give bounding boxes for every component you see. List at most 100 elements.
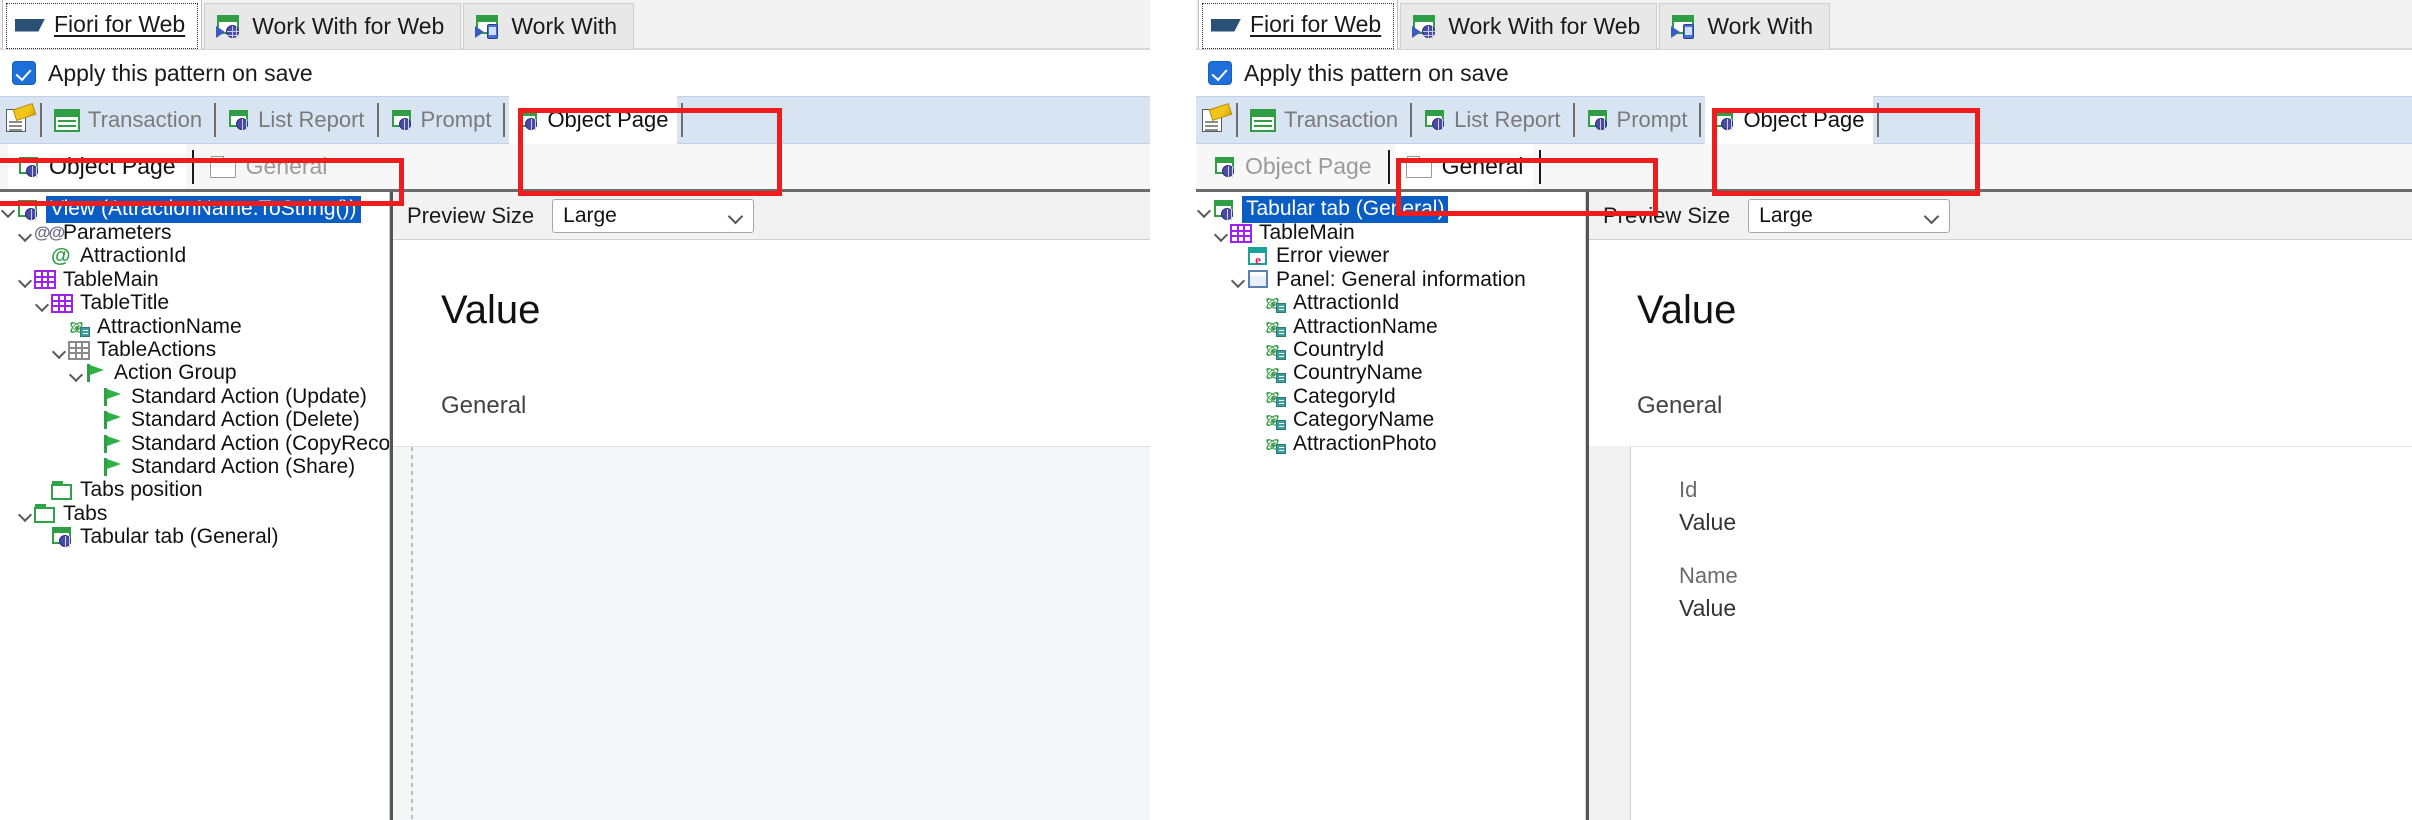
tree-row-label: View (AttractionName.ToString()) bbox=[46, 196, 361, 224]
chevron-down-icon[interactable] bbox=[1196, 198, 1213, 221]
tree-row[interactable]: Tabs bbox=[0, 502, 389, 525]
pattern-settings-icon[interactable] bbox=[6, 103, 37, 133]
tab-work-with-right[interactable]: Work With bbox=[1659, 3, 1830, 49]
breadcrumb-item-general[interactable]: General bbox=[1395, 144, 1534, 189]
parameters-icon: @@ bbox=[34, 223, 65, 243]
divider bbox=[1572, 103, 1575, 137]
preview-size-select[interactable]: Large bbox=[1748, 198, 1951, 233]
tree-row[interactable]: AttractionName bbox=[1196, 315, 1585, 338]
chevron-down-icon[interactable] bbox=[1213, 222, 1230, 245]
pattern-settings-icon[interactable] bbox=[1202, 103, 1233, 133]
apply-pattern-row-left[interactable]: Apply this pattern on save bbox=[0, 50, 1150, 96]
left-panel: Fiori for Web Work With for Web Work Wit… bbox=[0, 0, 1150, 820]
preview-title: Value bbox=[1637, 288, 1737, 332]
tree-row[interactable]: AttractionPhoto bbox=[1196, 432, 1585, 455]
breadcrumb-item-object-page[interactable]: Object Page bbox=[1204, 144, 1382, 189]
chevron-down-icon[interactable] bbox=[0, 198, 17, 221]
chevron-down-icon[interactable] bbox=[17, 222, 34, 245]
pattern-item-object-page[interactable]: Object Page bbox=[509, 96, 677, 144]
tab-label: Work With bbox=[511, 13, 617, 39]
tree-row[interactable]: Tabular tab (General) bbox=[0, 525, 389, 548]
flag-icon bbox=[102, 434, 124, 454]
pattern-item-transaction[interactable]: Transaction bbox=[1242, 97, 1406, 143]
tree-row[interactable]: CategoryName bbox=[1196, 408, 1585, 432]
tree-row[interactable]: @@ Parameters bbox=[0, 221, 389, 244]
tree-row[interactable]: CategoryId bbox=[1196, 385, 1585, 408]
pattern-item-object-page[interactable]: Object Page bbox=[1705, 96, 1873, 144]
tree-row[interactable]: TableActions bbox=[0, 338, 389, 361]
preview-size-select[interactable]: Large bbox=[552, 198, 755, 233]
tree-row[interactable]: @ AttractionId bbox=[0, 244, 389, 268]
object-page-icon bbox=[517, 110, 539, 131]
pattern-item-prompt[interactable]: Prompt bbox=[383, 97, 500, 143]
pattern-item-transaction[interactable]: Transaction bbox=[46, 97, 210, 143]
divider bbox=[1876, 103, 1879, 137]
breadcrumb-label: General bbox=[245, 153, 328, 179]
tree-row[interactable]: TableMain bbox=[0, 268, 389, 291]
apply-pattern-checkbox[interactable] bbox=[12, 61, 36, 85]
flag-icon bbox=[102, 410, 124, 430]
chevron-down-icon[interactable] bbox=[17, 268, 34, 291]
object-page-icon bbox=[1214, 156, 1236, 178]
chevron-down-icon[interactable] bbox=[68, 362, 85, 385]
field-label-name: Name bbox=[1679, 563, 1738, 588]
tree-row[interactable]: CountryId bbox=[1196, 338, 1585, 361]
tree-row[interactable]: AttractionName bbox=[0, 315, 389, 338]
tree-row[interactable]: Tabs position bbox=[0, 478, 389, 502]
tree-row[interactable]: TableMain bbox=[1196, 221, 1585, 244]
tree-row[interactable]: Tabular tab (General) bbox=[1196, 196, 1585, 224]
tree-row-label: AttractionName bbox=[1293, 314, 1438, 338]
breadcrumb-separator bbox=[1387, 149, 1390, 184]
tree-row[interactable]: Panel: General information bbox=[1196, 268, 1585, 291]
tab-fiori-for-web-left[interactable]: Fiori for Web bbox=[2, 0, 203, 49]
tree-row[interactable]: TableTitle bbox=[0, 291, 389, 315]
tree-row[interactable]: Standard Action (Share) bbox=[0, 455, 389, 478]
prompt-icon bbox=[1587, 110, 1609, 131]
apply-pattern-checkbox[interactable] bbox=[1208, 61, 1232, 85]
tree-row-label: Standard Action (Share) bbox=[131, 455, 356, 478]
apply-pattern-row-right[interactable]: Apply this pattern on save bbox=[1196, 50, 2412, 96]
breadcrumb-label: General bbox=[1441, 153, 1524, 179]
tree-row[interactable]: Action Group bbox=[0, 361, 389, 385]
preview-body-left: Value General bbox=[393, 240, 1150, 820]
pattern-item-label: Prompt bbox=[1616, 107, 1688, 132]
attribute-icon bbox=[1264, 363, 1286, 384]
tab-work-with-for-web-right[interactable]: Work With for Web bbox=[1400, 3, 1658, 49]
pattern-item-label: Prompt bbox=[420, 107, 492, 132]
divider bbox=[680, 103, 683, 137]
breadcrumb-left: Object Page General bbox=[0, 144, 1150, 192]
chevron-down-icon[interactable] bbox=[34, 292, 51, 315]
table-grid-gray-icon bbox=[68, 340, 90, 360]
chevron-down-icon[interactable] bbox=[1230, 268, 1247, 291]
tab-work-with-for-web-left[interactable]: Work With for Web bbox=[204, 3, 462, 49]
tree-row-label: TableMain bbox=[1259, 221, 1355, 245]
preview-section-label: General bbox=[441, 392, 527, 419]
tree-row-label: AttractionId bbox=[1293, 291, 1400, 315]
tab-fiori-for-web-right[interactable]: Fiori for Web bbox=[1198, 0, 1399, 49]
tree-row[interactable]: View (AttractionName.ToString()) bbox=[0, 196, 389, 224]
tree-view-right[interactable]: Tabular tab (General) TableMain e Error vie… bbox=[1196, 192, 1586, 820]
breadcrumb-label: Object Page bbox=[1245, 153, 1372, 179]
tree-row[interactable]: AttractionId bbox=[1196, 291, 1585, 315]
breadcrumb-item-object-page[interactable]: Object Page bbox=[8, 144, 186, 189]
breadcrumb-item-general[interactable]: General bbox=[200, 144, 338, 189]
folder-icon bbox=[209, 155, 237, 178]
tree-row[interactable]: Standard Action (Update) bbox=[0, 385, 389, 408]
chevron-down-icon[interactable] bbox=[51, 339, 68, 362]
divider bbox=[214, 103, 217, 137]
breadcrumb-separator bbox=[1539, 149, 1542, 184]
tab-work-with-left[interactable]: Work With bbox=[463, 3, 634, 49]
tree-row[interactable]: CountryName bbox=[1196, 361, 1585, 385]
chevron-down-icon[interactable] bbox=[17, 502, 34, 525]
tree-row[interactable]: Standard Action (Delete) bbox=[0, 408, 389, 432]
pattern-toolbar-left: Transaction List Report Prompt Object Pa… bbox=[0, 96, 1150, 144]
preview-size-label: Preview Size bbox=[407, 202, 535, 228]
preview-fields-card: Id Value Name Value bbox=[1631, 446, 2412, 820]
tree-view-left[interactable]: View (AttractionName.ToString()) @@ Parame… bbox=[0, 192, 390, 820]
flag-icon bbox=[85, 363, 107, 383]
pattern-item-prompt[interactable]: Prompt bbox=[1579, 97, 1696, 143]
pattern-item-list-report[interactable]: List Report bbox=[220, 97, 372, 143]
tree-row[interactable]: Standard Action (CopyRecor bbox=[0, 432, 389, 455]
pattern-item-list-report[interactable]: List Report bbox=[1416, 97, 1568, 143]
tree-row[interactable]: e Error viewer bbox=[1196, 244, 1585, 268]
